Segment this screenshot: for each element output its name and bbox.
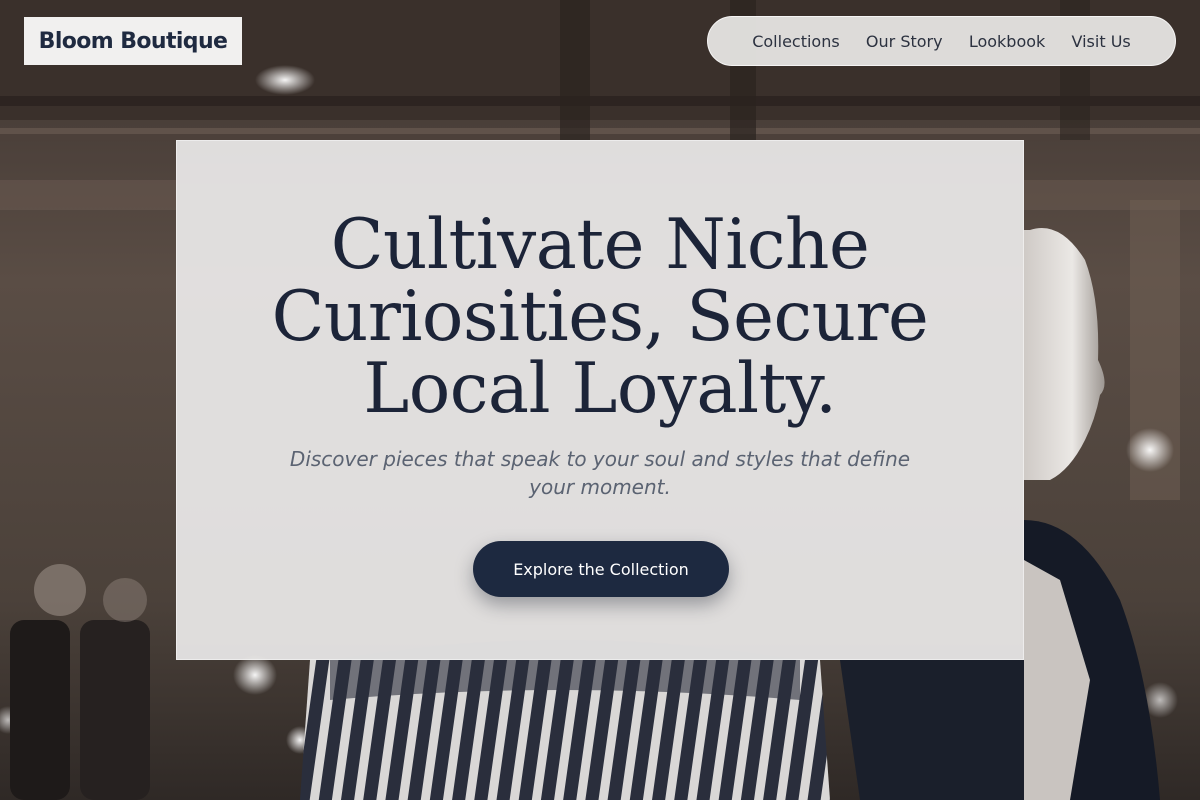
nav-item-collections[interactable]: Collections	[752, 32, 839, 51]
nav-item-visit-us[interactable]: Visit Us	[1072, 32, 1131, 51]
nav-item-lookbook[interactable]: Lookbook	[969, 32, 1045, 51]
explore-collection-button[interactable]: Explore the Collection	[473, 541, 729, 597]
hero-subheadline: Discover pieces that speak to your soul …	[289, 447, 911, 499]
main-navigation: Collections Our Story Lookbook Visit Us	[707, 16, 1176, 66]
nav-item-our-story[interactable]: Our Story	[866, 32, 943, 51]
hero-panel: Cultivate Niche Curiosities, Secure Loca…	[176, 140, 1024, 660]
brand-logo[interactable]: Bloom Boutique	[24, 17, 242, 65]
brand-name: Bloom Boutique	[38, 28, 228, 54]
hero-headline: Cultivate Niche Curiosities, Secure Loca…	[271, 205, 929, 429]
